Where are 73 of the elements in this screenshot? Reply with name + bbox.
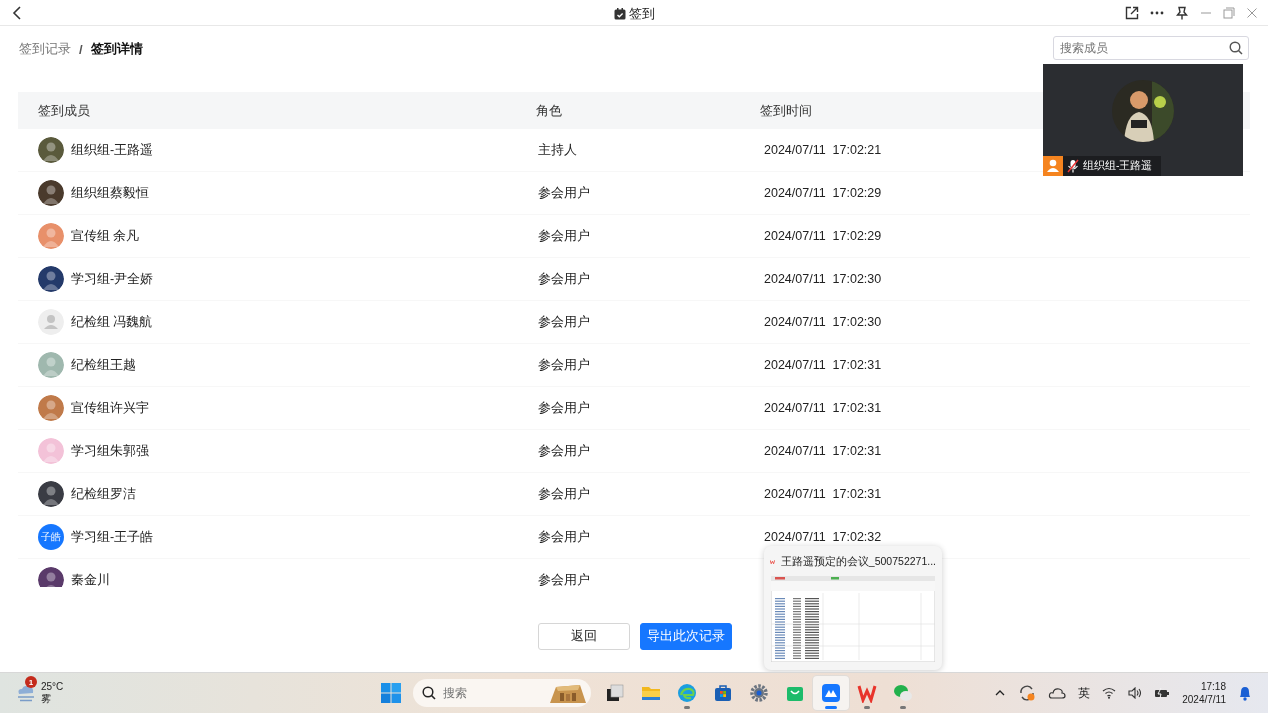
time-cell: 2024/07/11 17:02:21 <box>764 143 882 157</box>
time-cell: 2024/07/11 17:02:31 <box>764 401 882 415</box>
pin-icon[interactable] <box>1175 5 1189 20</box>
clock-date[interactable]: 2024/7/11 <box>1182 693 1226 706</box>
breadcrumb-item[interactable]: 签到记录 <box>19 40 71 58</box>
wps-icon <box>857 683 877 703</box>
store-icon <box>713 683 733 703</box>
member-name: 组织组-王路遥 <box>71 141 154 159</box>
input-method-indicator[interactable]: 英 <box>1078 684 1091 702</box>
member-name: 宣传组许兴宇 <box>71 399 149 417</box>
search-icon <box>422 686 436 700</box>
chat-icon <box>893 683 913 703</box>
window-title: 签到 <box>629 5 655 23</box>
meeting-app-icon <box>821 683 841 703</box>
export-button[interactable]: 导出此次记录 <box>639 623 732 650</box>
member-name: 秦金川 <box>71 571 110 587</box>
role-cell-text: 参会用户 <box>538 485 591 503</box>
role-cell-text: 参会用户 <box>538 528 591 546</box>
clock-time[interactable]: 17:18 <box>1200 680 1226 693</box>
breadcrumb-separator: / <box>79 41 83 57</box>
role-cell-text: 参会用户 <box>538 442 591 460</box>
role-cell-text: 参会用户 <box>538 399 591 417</box>
time-cell: 2024/07/11 17:02:31 <box>764 444 882 458</box>
time-cell: 2024/07/11 17:02:30 <box>764 315 882 329</box>
member-name: 组织组蔡毅恒 <box>71 184 149 202</box>
member-name: 学习组-王子皓 <box>71 528 154 546</box>
time-cell: 2024/07/11 17:02:31 <box>764 358 882 372</box>
member-name: 学习组朱郭强 <box>71 442 149 460</box>
sync-icon[interactable] <box>1018 684 1037 702</box>
time-cell: 2024/07/11 17:02:30 <box>764 272 882 286</box>
role-cell-text: 参会用户 <box>538 571 591 587</box>
battery-icon[interactable] <box>1154 687 1171 699</box>
calendar-icon <box>614 8 626 20</box>
member-name: 纪检组 冯魏航 <box>71 313 153 331</box>
start-icon[interactable] <box>381 683 401 703</box>
role-cell-text: 主持人 <box>538 141 578 159</box>
cloud-icon[interactable] <box>1048 687 1067 699</box>
role-cell-text: 参会用户 <box>538 270 591 288</box>
close-icon[interactable] <box>1246 6 1258 19</box>
share-icon[interactable] <box>1125 5 1139 20</box>
browser-icon <box>677 683 697 703</box>
role-cell-text: 参会用户 <box>538 184 591 202</box>
time-cell: 2024/07/11 17:02:29 <box>764 229 882 243</box>
time-cell: 2024/07/11 17:02:31 <box>764 487 882 501</box>
temperature: 25°C <box>41 681 64 693</box>
member-name: 纪检组罗洁 <box>71 485 136 503</box>
avatar: 子皓 <box>38 524 64 550</box>
cloud-fog-icon <box>15 683 37 703</box>
column-header: 角色 <box>536 101 563 120</box>
notification-badge: 1 <box>25 676 37 688</box>
preview-title: 王路遥预定的会议_500752271... <box>780 555 936 569</box>
role-cell-text: 参会用户 <box>538 227 591 245</box>
search-icon <box>1229 40 1243 55</box>
column-header: 签到时间 <box>760 101 813 120</box>
member-name: 学习组-尹全娇 <box>71 270 154 288</box>
role-cell-text: 参会用户 <box>538 356 591 374</box>
column-header: 签到成员 <box>38 101 91 120</box>
back-button[interactable]: 返回 <box>537 623 630 650</box>
role-cell-text: 参会用户 <box>538 313 591 331</box>
participant-name: 组织组-王路遥 <box>1083 159 1153 173</box>
member-name: 宣传组 余凡 <box>71 227 140 245</box>
time-cell: 2024/07/11 17:02:32 <box>764 530 882 544</box>
member-name: 纪检组王越 <box>71 356 136 374</box>
weather-condition: 雾 <box>41 693 52 705</box>
breadcrumb-item: 签到详情 <box>90 40 143 58</box>
time-cell: 2024/07/11 17:02:29 <box>764 186 882 200</box>
gear-icon <box>749 683 769 703</box>
bell-icon[interactable] <box>1238 685 1252 701</box>
window-stack-icon <box>605 683 625 703</box>
wifi-icon[interactable] <box>1102 687 1117 699</box>
volume-icon[interactable] <box>1128 687 1143 699</box>
search-field[interactable]: 搜索成员 <box>1053 35 1249 60</box>
window-preview[interactable]: 王路遥预定的会议_500752271... <box>764 546 942 670</box>
